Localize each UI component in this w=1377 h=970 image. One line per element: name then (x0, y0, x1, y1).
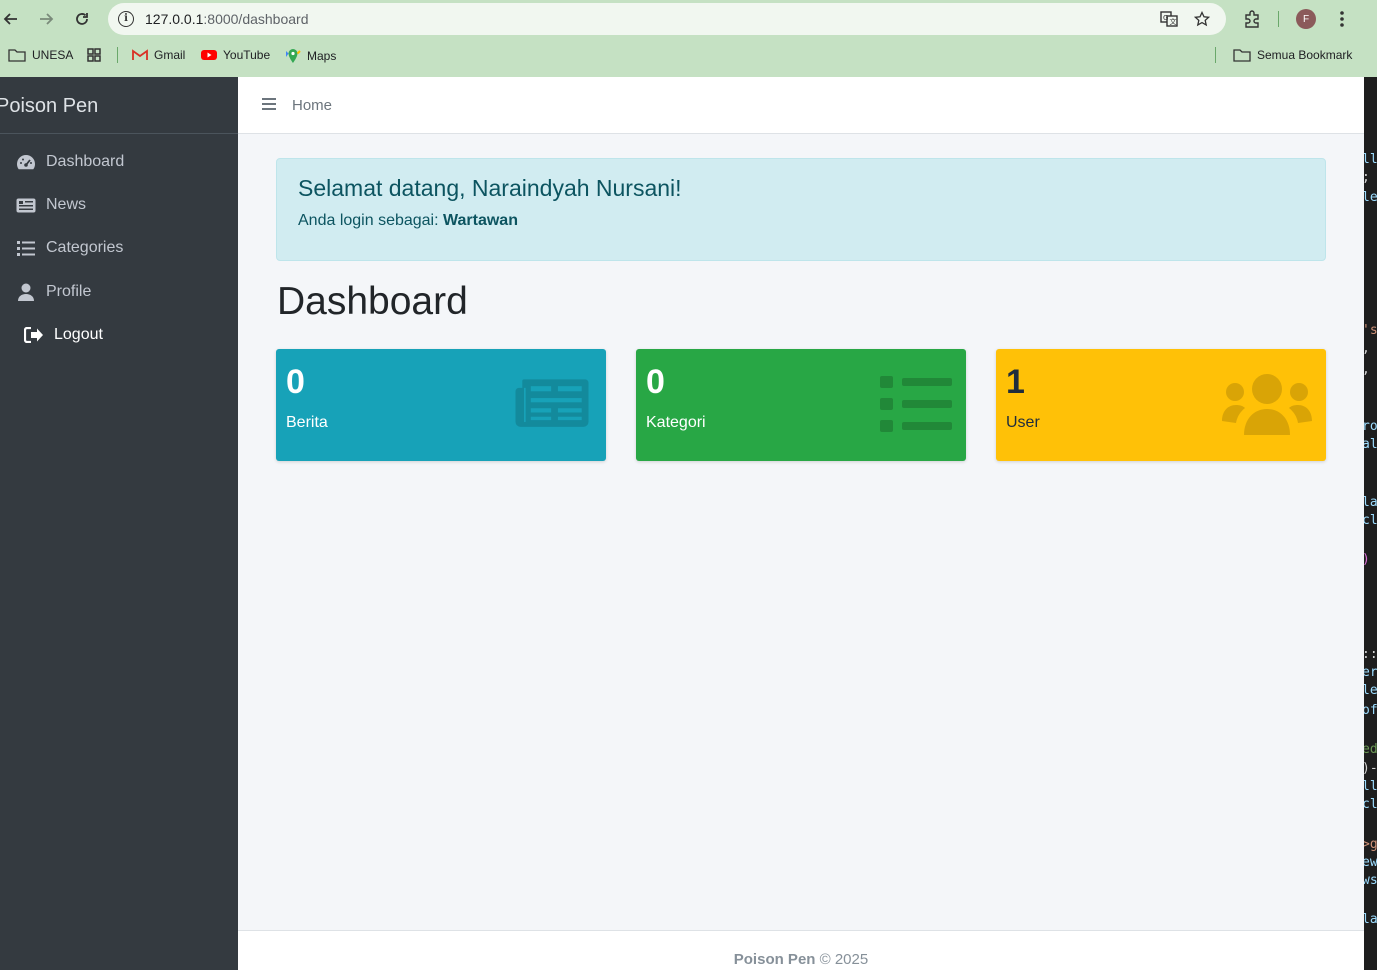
role-prefix: Anda login sebagai: (298, 212, 443, 229)
stat-value: 0 (646, 363, 665, 401)
top-navbar: Home (238, 77, 1364, 134)
stat-box-user: 1 User (996, 349, 1326, 461)
tachometer-icon (16, 153, 36, 171)
sidebar-item-label: News (46, 196, 87, 213)
stat-box-kategori: 0 Kategori (636, 349, 966, 461)
stat-value: 1 (1006, 363, 1025, 401)
brand-link[interactable]: Poison Pen (0, 77, 238, 134)
sidebar-item-news[interactable]: News (0, 185, 238, 225)
sidebar-item-logout[interactable]: Logout (0, 315, 238, 355)
maps-icon (286, 49, 301, 63)
bookmark-star-icon[interactable] (1193, 10, 1211, 28)
reload-button[interactable] (72, 9, 92, 29)
bookmark-maps[interactable]: Maps (285, 48, 336, 64)
profile-avatar[interactable]: F (1296, 9, 1316, 29)
url-path: :8000/dashboard (203, 11, 309, 27)
folder-icon (1233, 49, 1251, 62)
newspaper-icon (515, 379, 589, 427)
reload-icon (76, 13, 88, 25)
back-button[interactable] (1, 9, 21, 29)
bookmark-label: Gmail (154, 48, 186, 62)
bookmarks-bar: UNESA Gmail YouTube Maps Semua Bookmark (0, 44, 1377, 68)
arrow-right-icon (40, 13, 54, 25)
list-icon (16, 239, 36, 257)
users-icon (1222, 374, 1312, 435)
welcome-title: Selamat datang, Naraindyah Nursani! (298, 175, 682, 201)
extensions-button[interactable] (1242, 9, 1262, 29)
list-icon (880, 376, 952, 432)
stat-label: User (1006, 414, 1040, 431)
role-value: Wartawan (443, 212, 518, 229)
address-bar[interactable]: i 127.0.0.1:8000/dashboard G文 (108, 3, 1226, 35)
bookmark-label: Maps (307, 49, 337, 63)
stat-label: Kategori (646, 414, 706, 431)
more-vertical-icon (1340, 11, 1344, 27)
folder-icon (8, 49, 26, 62)
sidebar-item-dashboard[interactable]: Dashboard (0, 142, 238, 182)
toolbar-separator (1278, 11, 1279, 27)
sign-out-icon (24, 326, 44, 344)
main-footer: Poison Pen © 2025 (238, 930, 1364, 970)
stat-label: Berita (286, 414, 328, 431)
sidebar-item-profile[interactable]: Profile (0, 272, 238, 312)
main-sidebar: Poison Pen Dashboard News Categories Pro… (0, 77, 238, 970)
url-host: 127.0.0.1 (145, 11, 204, 27)
welcome-alert: Selamat datang, Naraindyah Nursani! Anda… (276, 158, 1326, 261)
browser-chrome: i 127.0.0.1:8000/dashboard G文 F UNESA Gm… (0, 0, 1377, 77)
footer-brand: Poison Pen (733, 951, 816, 968)
gmail-icon (132, 49, 148, 60)
svg-text:G: G (1163, 14, 1168, 22)
hamburger-menu-icon[interactable] (262, 98, 276, 112)
background-editor-strip: ll ; le 's , , ro al la cl ) :: er le of… (1364, 77, 1377, 970)
bookmark-apps[interactable] (87, 48, 101, 62)
menu-button[interactable] (1332, 9, 1352, 29)
stat-value: 0 (286, 363, 305, 401)
apps-grid-icon (87, 48, 101, 62)
arrow-left-icon (3, 13, 17, 25)
url-text[interactable]: 127.0.0.1:8000/dashboard (145, 11, 308, 27)
nav-home-link[interactable]: Home (292, 97, 332, 114)
bookmark-separator (1215, 47, 1216, 63)
forward-button[interactable] (36, 9, 56, 29)
sidebar-item-label: Logout (54, 326, 103, 343)
site-info-icon[interactable]: i (118, 11, 134, 27)
bookmark-label: YouTube (223, 48, 271, 62)
sidebar-item-label: Categories (46, 239, 124, 256)
bookmark-separator (117, 47, 118, 63)
bookmark-youtube[interactable]: YouTube (201, 48, 270, 62)
page-title: Dashboard (277, 280, 468, 323)
all-bookmarks[interactable]: Semua Bookmark (1233, 48, 1352, 62)
bookmark-gmail[interactable]: Gmail (132, 48, 185, 62)
user-icon (16, 283, 36, 301)
bookmark-unesa[interactable]: UNESA (8, 48, 73, 62)
bookmark-label: Semua Bookmark (1257, 48, 1353, 62)
bookmark-label: UNESA (32, 48, 74, 62)
role-text: Anda login sebagai: Wartawan (298, 212, 518, 230)
sidebar-item-label: Profile (46, 283, 92, 300)
sidebar-item-categories[interactable]: Categories (0, 228, 238, 268)
footer-copyright: © 2025 (815, 951, 869, 968)
youtube-icon (201, 50, 217, 60)
sidebar-item-label: Dashboard (46, 153, 125, 170)
brand-text: Poison Pen (0, 95, 99, 117)
stat-box-berita: 0 Berita (276, 349, 606, 461)
translate-icon[interactable]: G文 (1160, 10, 1178, 28)
svg-text:文: 文 (1170, 17, 1177, 26)
newspaper-icon (16, 196, 36, 214)
browser-toolbar: i 127.0.0.1:8000/dashboard G文 F (0, 0, 1377, 38)
puzzle-icon (1245, 10, 1259, 28)
